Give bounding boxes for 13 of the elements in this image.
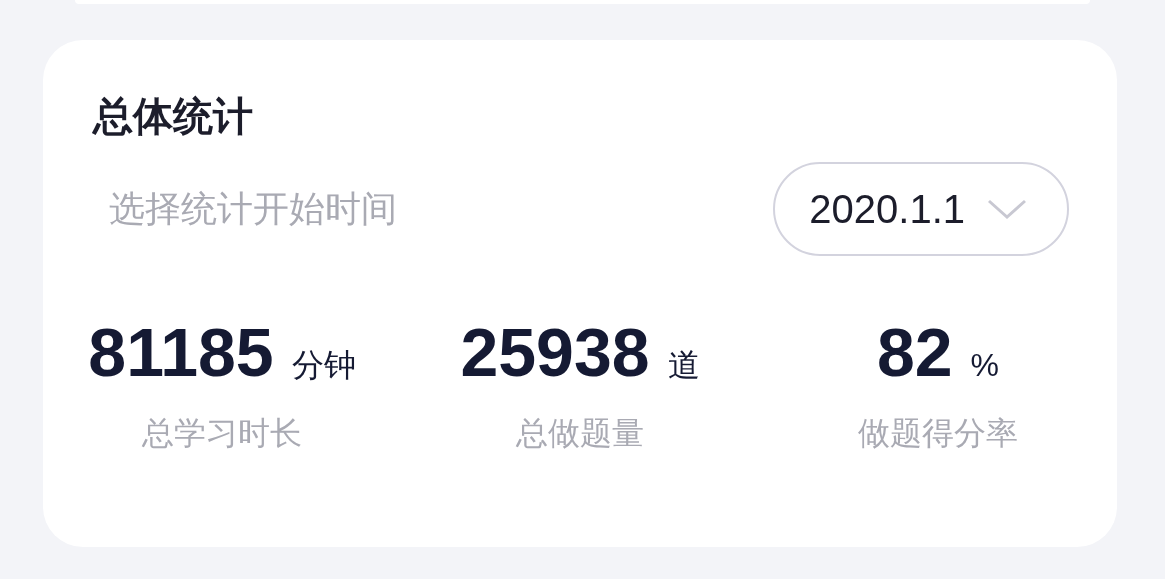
stat-unit: 道 — [667, 346, 700, 385]
chevron-down-icon — [987, 198, 1027, 220]
date-dropdown[interactable]: 2020.1.1 — [773, 162, 1069, 256]
stat-value: 82 — [876, 314, 953, 390]
stat-value: 81185 — [88, 314, 274, 390]
stat-label: 做题得分率 — [858, 414, 1018, 453]
stat-unit: 分钟 — [291, 346, 356, 385]
card-title: 总体统计 — [93, 93, 254, 140]
stat-label: 总做题量 — [516, 414, 644, 453]
stat-label: 总学习时长 — [142, 414, 302, 453]
stat-value: 25938 — [460, 314, 650, 390]
filter-label: 选择统计开始时间 — [109, 186, 397, 231]
stat-unit: % — [970, 347, 1000, 384]
